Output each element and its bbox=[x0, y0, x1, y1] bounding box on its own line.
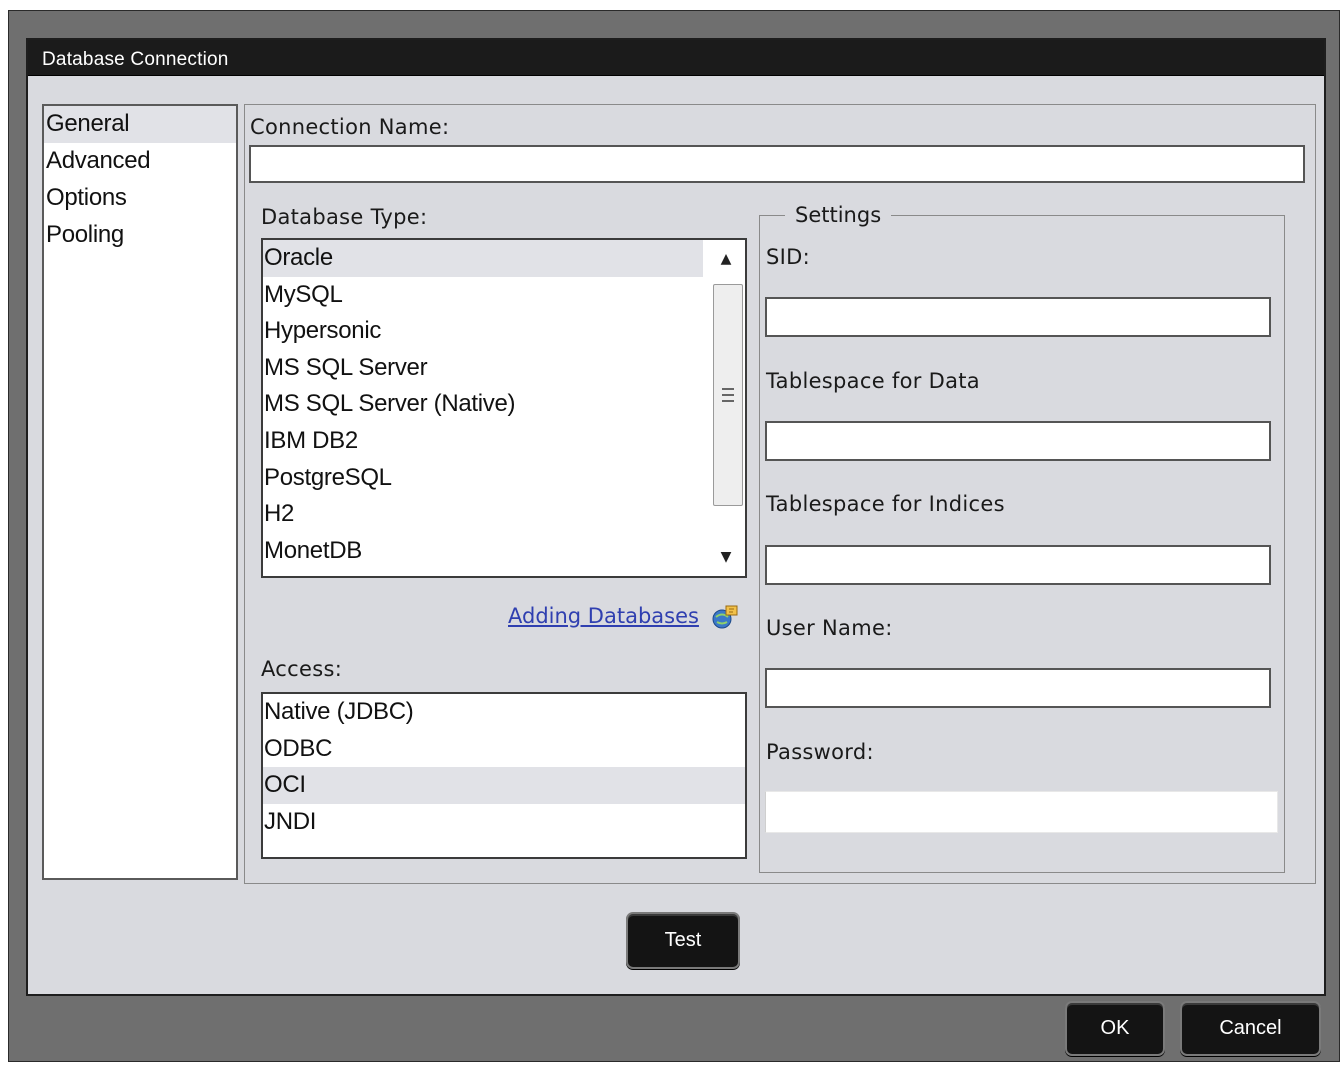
category-nav: General Advanced Options Pooling bbox=[42, 104, 238, 880]
scroll-grip-icon bbox=[722, 388, 734, 402]
sid-input[interactable] bbox=[765, 297, 1271, 337]
tablespace-data-input[interactable] bbox=[765, 421, 1271, 461]
tablespace-data-label: Tablespace for Data bbox=[766, 369, 980, 393]
adding-databases-link[interactable]: Adding Databases bbox=[508, 604, 699, 628]
database-type-scrollbar[interactable]: ▲ ▼ bbox=[707, 240, 745, 576]
connection-name-label: Connection Name: bbox=[250, 115, 450, 139]
access-item[interactable]: OCI bbox=[263, 767, 745, 804]
settings-legend: Settings bbox=[785, 203, 892, 227]
access-item[interactable]: ODBC bbox=[263, 731, 745, 768]
database-type-item[interactable]: PostgreSQL bbox=[263, 460, 745, 497]
title-bar: Database Connection bbox=[28, 40, 1324, 76]
access-item[interactable]: Native (JDBC) bbox=[263, 694, 745, 731]
scroll-thumb[interactable] bbox=[713, 284, 743, 506]
cancel-button[interactable]: Cancel bbox=[1180, 1001, 1321, 1056]
database-type-item[interactable]: IBM DB2 bbox=[263, 423, 745, 460]
ok-button[interactable]: OK bbox=[1065, 1001, 1165, 1056]
user-name-input[interactable] bbox=[765, 668, 1271, 708]
access-list[interactable]: Native (JDBC) ODBC OCI JNDI bbox=[261, 692, 747, 859]
scroll-down-arrow-icon[interactable]: ▼ bbox=[707, 538, 745, 576]
database-type-list[interactable]: Oracle MySQL Hypersonic MS SQL Server MS… bbox=[261, 238, 747, 578]
password-label: Password: bbox=[766, 740, 874, 764]
database-type-item[interactable]: MS SQL Server (Native) bbox=[263, 386, 745, 423]
database-type-item[interactable]: H2 bbox=[263, 496, 745, 533]
password-input[interactable] bbox=[765, 791, 1278, 833]
access-item[interactable]: JNDI bbox=[263, 804, 745, 841]
database-type-item[interactable]: Oracle bbox=[263, 240, 703, 277]
dialog-title: Database Connection bbox=[42, 49, 229, 70]
test-button[interactable]: Test bbox=[626, 912, 740, 969]
access-label: Access: bbox=[261, 657, 343, 681]
scroll-up-arrow-icon[interactable]: ▲ bbox=[707, 240, 745, 278]
database-type-label: Database Type: bbox=[261, 205, 428, 229]
connection-name-input[interactable] bbox=[249, 145, 1305, 183]
nav-item-pooling[interactable]: Pooling bbox=[44, 217, 236, 254]
database-type-item[interactable]: MonetDB bbox=[263, 533, 745, 570]
database-type-item[interactable]: Hypersonic bbox=[263, 313, 745, 350]
database-type-item[interactable]: MS SQL Server bbox=[263, 350, 745, 387]
help-link-icon[interactable] bbox=[711, 603, 739, 631]
database-type-item[interactable]: MySQL bbox=[263, 277, 745, 314]
nav-item-general[interactable]: General bbox=[44, 106, 236, 143]
nav-item-advanced[interactable]: Advanced bbox=[44, 143, 236, 180]
nav-item-options[interactable]: Options bbox=[44, 180, 236, 217]
user-name-label: User Name: bbox=[766, 616, 893, 640]
tablespace-indices-input[interactable] bbox=[765, 545, 1271, 585]
sid-label: SID: bbox=[766, 245, 810, 269]
tablespace-indices-label: Tablespace for Indices bbox=[766, 492, 1005, 516]
